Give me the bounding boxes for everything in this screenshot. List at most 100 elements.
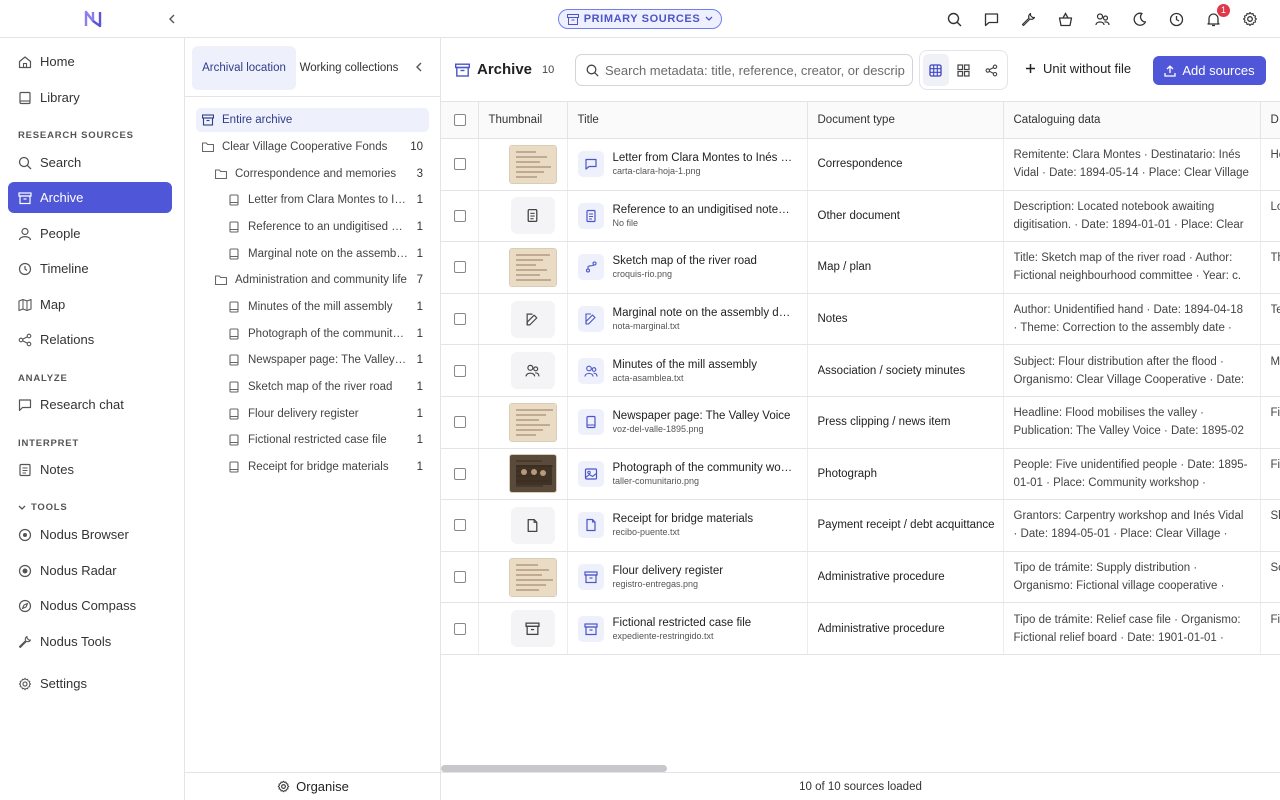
tree-item-unit[interactable]: Letter from Clara Montes to Inés Vidal 1 (228, 188, 423, 212)
column-header-thumbnail[interactable]: Thumbnail (478, 101, 568, 139)
search-button[interactable] (942, 8, 966, 30)
column-header-title[interactable]: Title (567, 101, 808, 139)
collapse-panel-icon[interactable] (413, 60, 425, 74)
sidebar-item-search[interactable]: Search (8, 147, 172, 178)
graph-view-button[interactable] (978, 54, 1004, 86)
tree-item-unit[interactable]: Photograph of the community workshop 1 (228, 322, 423, 346)
row-title[interactable]: Sketch map of the river road (613, 255, 795, 267)
sidebar-item-people[interactable]: People (8, 218, 172, 249)
people-button[interactable] (1090, 8, 1114, 30)
row-checkbox[interactable] (454, 467, 466, 480)
settings-button[interactable] (1238, 8, 1262, 30)
collapse-sidebar-icon[interactable] (164, 10, 180, 28)
tree-item-unit[interactable]: Sketch map of the river road 1 (228, 375, 423, 399)
notifications-button[interactable]: 1 (1201, 4, 1230, 30)
row-title[interactable]: Fictional restricted case file (613, 617, 795, 629)
thumbnail-image[interactable] (508, 454, 557, 494)
sidebar-item-relations[interactable]: Relations (8, 324, 172, 355)
tree-item-unit[interactable]: Newspaper page: The Valley Voice 1 (228, 348, 423, 372)
tree-item-entire-archive[interactable]: Entire archive (196, 108, 429, 132)
thumbnail-placeholder[interactable] (510, 352, 555, 390)
theme-toggle-button[interactable] (1127, 8, 1151, 30)
sidebar-item-nodus-tools[interactable]: Nodus Tools (8, 626, 172, 657)
metadata-search[interactable] (575, 54, 913, 86)
row-title[interactable]: Marginal note on the assembly date (613, 307, 795, 319)
tools-heading[interactable]: TOOLS (18, 502, 68, 513)
thumbnail-placeholder[interactable] (510, 197, 555, 235)
table-row[interactable]: Newspaper page: The Valley Voice voz-del-… (441, 396, 1280, 449)
add-sources-button[interactable]: Add sources (1153, 56, 1266, 85)
basket-button[interactable] (1053, 8, 1077, 30)
column-header-doctype[interactable]: Document type (807, 101, 1004, 139)
chat-button[interactable] (979, 8, 1003, 30)
row-title[interactable]: Letter from Clara Montes to Inés Vidal (613, 152, 795, 164)
tree-item-fonds[interactable]: Clear Village Cooperative Fonds 10 (202, 135, 423, 159)
gallery-view-button[interactable] (951, 54, 977, 86)
sidebar-item-research-chat[interactable]: Research chat (8, 389, 172, 420)
row-checkbox[interactable] (454, 519, 466, 532)
sidebar-item-home[interactable]: Home (8, 46, 172, 77)
sidebar-item-map[interactable]: Map (8, 289, 172, 320)
row-checkbox[interactable] (454, 622, 466, 635)
table-row[interactable]: Flour delivery register registro-entregas… (441, 551, 1280, 604)
tree-item-unit[interactable]: Flour delivery register 1 (228, 402, 423, 426)
thumbnail-placeholder[interactable] (510, 300, 555, 338)
tree-item-unit[interactable]: Marginal note on the assembly date 1 (228, 242, 423, 266)
row-checkbox[interactable] (454, 261, 466, 274)
row-checkbox[interactable] (454, 364, 466, 377)
tools-button[interactable] (1016, 8, 1040, 30)
row-title[interactable]: Minutes of the mill assembly (613, 359, 795, 371)
tree-item-unit[interactable]: Receipt for bridge materials 1 (228, 455, 423, 479)
thumbnail-image[interactable] (508, 557, 557, 597)
sidebar-item-nodus-compass[interactable]: Nodus Compass (8, 590, 172, 621)
horizontal-scrollbar[interactable] (441, 765, 667, 772)
thumbnail-image[interactable] (508, 402, 557, 442)
sidebar-item-settings[interactable]: Settings (8, 668, 172, 699)
tree-item-unit[interactable]: Reference to an undigitised notebook 1 (228, 215, 423, 239)
row-title[interactable]: Flour delivery register (613, 565, 795, 577)
table-row[interactable]: Photograph of the community workshoptall… (441, 448, 1280, 501)
thumbnail-placeholder[interactable] (510, 506, 555, 544)
organise-button[interactable]: Organise (185, 772, 441, 800)
tree-item-unit[interactable]: Minutes of the mill assembly 1 (228, 295, 423, 319)
search-input[interactable] (605, 62, 905, 78)
table-row[interactable]: Sketch map of the river road croquis-rio.… (441, 241, 1280, 294)
sidebar-item-nodus-browser[interactable]: Nodus Browser (8, 519, 172, 550)
thumbnail-image[interactable] (508, 247, 557, 287)
row-checkbox[interactable] (454, 209, 466, 222)
row-checkbox[interactable] (454, 571, 466, 584)
select-all-header[interactable] (441, 101, 479, 139)
row-checkbox[interactable] (454, 416, 466, 429)
table-row[interactable]: Minutes of the mill assembly acta-asamble… (441, 344, 1280, 397)
history-button[interactable] (1164, 8, 1188, 30)
table-row[interactable]: Receipt for bridge materials recibo-puent… (441, 499, 1280, 552)
sidebar-item-archive[interactable]: Archive (8, 182, 172, 213)
row-title[interactable]: Reference to an undigitised notebook (613, 204, 795, 216)
table-view-button[interactable] (923, 54, 949, 86)
primary-sources-dropdown[interactable]: PRIMARY SOURCES (558, 9, 722, 29)
thumbnail-image[interactable] (508, 144, 557, 184)
tree-item-unit[interactable]: Fictional restricted case file 1 (228, 428, 423, 452)
thumbnail-placeholder[interactable] (510, 610, 555, 648)
tab-working-collections[interactable]: Working collections (297, 46, 401, 90)
column-header-catalog[interactable]: Cataloguing data (1003, 101, 1261, 139)
select-all-checkbox[interactable] (454, 114, 466, 126)
row-checkbox[interactable] (454, 313, 466, 326)
row-title[interactable]: Photograph of the community workshop (613, 462, 795, 474)
sidebar-item-library[interactable]: Library (8, 82, 172, 113)
row-title[interactable]: Newspaper page: The Valley Voice (613, 410, 795, 422)
column-header-extra[interactable]: D (1260, 101, 1280, 139)
table-row[interactable]: Letter from Clara Montes to Inés Vidal ca… (441, 138, 1280, 191)
unit-without-file-button[interactable]: Unit without file (1025, 61, 1131, 76)
tree-item-group[interactable]: Administration and community life 7 (215, 268, 423, 292)
tab-archival-location[interactable]: Archival location (192, 46, 296, 90)
tree-item-group[interactable]: Correspondence and memories 3 (215, 162, 423, 186)
sidebar-item-nodus-radar[interactable]: Nodus Radar (8, 555, 172, 586)
table-row[interactable]: Reference to an undigitised notebook No f… (441, 190, 1280, 243)
table-row[interactable]: Marginal note on the assembly date nota-m… (441, 293, 1280, 346)
row-title[interactable]: Receipt for bridge materials (613, 513, 795, 525)
sidebar-item-timeline[interactable]: Timeline (8, 253, 172, 284)
table-row[interactable]: Fictional restricted case file expediente… (441, 602, 1280, 655)
sidebar-item-notes[interactable]: Notes (8, 454, 172, 485)
row-checkbox[interactable] (454, 158, 466, 171)
